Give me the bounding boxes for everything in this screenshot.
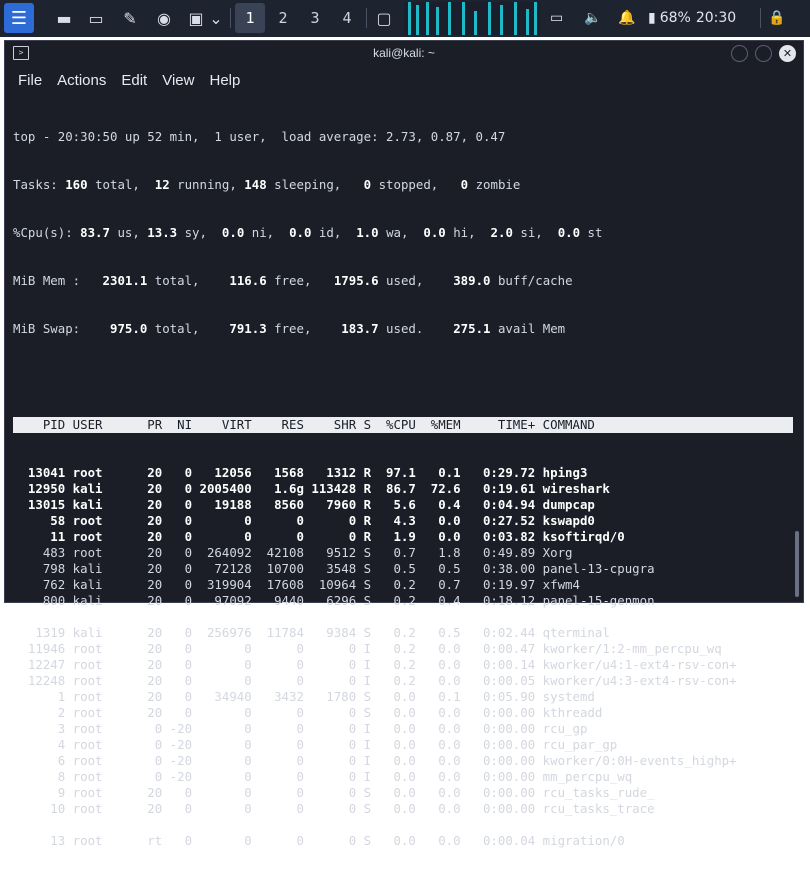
minimize-button[interactable] [731,45,748,62]
process-row: 4 root 0 -20 0 0 0 I 0.0 0.0 0:00.00 rcu… [13,737,618,752]
process-row: 13015 kali 20 0 19188 8560 7960 R 5.6 0.… [13,497,595,512]
window-button-icon[interactable]: ▢ [370,3,398,33]
cpu-line: %Cpu(s): 83.7 us, 13.3 sy, 0.0 ni, 0.0 i… [13,225,603,240]
menu-view[interactable]: View [162,72,194,89]
menu-bar: File Actions Edit View Help [5,67,803,93]
process-row: 798 kali 20 0 72128 10700 3548 S 0.5 0.5… [13,561,655,576]
terminal-output[interactable]: top - 20:30:50 up 52 min, 1 user, load a… [13,97,793,881]
menu-file[interactable]: File [18,72,42,89]
process-row: 58 root 20 0 0 0 0 R 4.3 0.0 0:27.52 ksw… [13,513,595,528]
workspace-2[interactable]: 2 [268,3,298,33]
screen-icon[interactable]: ▭ [550,3,563,33]
process-table-header: PID USER PR NI VIRT RES SHR S %CPU %MEM … [13,417,793,433]
process-row: 2 root 20 0 0 0 0 S 0.0 0.0 0:00.00 kthr… [13,705,603,720]
process-row: 800 kali 20 0 97092 9440 6296 S 0.2 0.4 … [13,593,655,608]
close-button[interactable]: ✕ [779,45,796,62]
lock-icon[interactable]: 🔒 [768,3,785,33]
terminal-window: > kali@kali: ~ ✕ File Actions Edit View … [4,40,804,848]
mem-line: MiB Mem : 2301.1 total, 116.6 free, 1795… [13,273,573,288]
firefox-icon[interactable]: ◉ [150,3,178,33]
process-row: 801 kali 20 0 396436 12064 8336 R 0.2 0.… [13,609,655,624]
scrollbar[interactable] [795,531,799,597]
kali-menu-icon[interactable]: ☰ [4,3,34,33]
battery-icon: ▮ [648,10,656,26]
process-row: 1 root 20 0 34940 3432 1780 S 0.0 0.1 0:… [13,689,595,704]
process-row: 9 root 20 0 0 0 0 S 0.0 0.0 0:00.00 rcu_… [13,785,655,800]
process-table: 13041 root 20 0 12056 1568 1312 R 97.1 0… [13,465,793,849]
taskbar: ☰ ▬ ▭ ✎ ◉ ▣ ⌄ 1 2 3 4 ▢ ▭ 🔈 🔔 ▮ 68% 20:3… [0,0,810,37]
bell-icon[interactable]: 🔔 [618,3,635,33]
window-title: kali@kali: ~ [373,46,435,60]
process-row: 12 root 20 0 0 0 0 R 0.0 0.0 0:02.15 rcu… [13,817,610,832]
process-row: 3 root 0 -20 0 0 0 I 0.0 0.0 0:00.00 rcu… [13,721,588,736]
divider [230,8,231,28]
cpu-graph [404,2,540,35]
process-row: 762 kali 20 0 319904 17608 10964 S 0.2 0… [13,577,580,592]
battery-indicator[interactable]: ▮ 68% 20:30 [648,3,736,33]
process-row: 483 root 20 0 264092 42108 9512 S 0.7 1.… [13,545,573,560]
title-bar[interactable]: > kali@kali: ~ ✕ [5,41,803,67]
swap-line: MiB Swap: 975.0 total, 791.3 free, 183.7… [13,321,566,336]
process-row: 8 root 0 -20 0 0 0 I 0.0 0.0 0:00.00 mm_… [13,769,633,784]
chevron-down-icon[interactable]: ⌄ [206,3,226,33]
folder-icon[interactable]: ▭ [82,3,110,33]
menu-help[interactable]: Help [209,72,240,89]
process-row: 11946 root 20 0 0 0 0 I 0.2 0.0 0:00.47 … [13,641,722,656]
battery-percent: 68% [659,10,691,26]
menu-edit[interactable]: Edit [121,72,147,89]
menu-actions[interactable]: Actions [57,72,106,89]
uptime-line: top - 20:30:50 up 52 min, 1 user, load a… [13,129,506,144]
process-row: 6 root 0 -20 0 0 0 I 0.0 0.0 0:00.00 kwo… [13,753,737,768]
process-row: 10 root 20 0 0 0 0 S 0.0 0.0 0:00.00 rcu… [13,801,655,816]
process-row: 12950 kali 20 0 2005400 1.6g 113428 R 86… [13,481,610,496]
clock: 20:30 [695,10,737,26]
text-editor-icon[interactable]: ✎ [116,3,144,33]
workspace-4[interactable]: 4 [332,3,362,33]
process-row: 13 root rt 0 0 0 0 S 0.0 0.0 0:00.04 mig… [13,833,625,848]
process-row: 13041 root 20 0 12056 1568 1312 R 97.1 0… [13,465,588,480]
files-icon[interactable]: ▬ [50,3,78,33]
divider [366,8,367,28]
process-row: 1319 kali 20 0 256976 11784 9384 S 0.2 0… [13,625,610,640]
divider [760,8,761,28]
workspace-3[interactable]: 3 [300,3,330,33]
tasks-line: Tasks: 160 total, 12 running, 148 sleepi… [13,177,521,192]
volume-icon[interactable]: 🔈 [584,3,601,33]
process-row: 12248 root 20 0 0 0 0 I 0.2 0.0 0:00.05 … [13,673,737,688]
process-row: 11 root 20 0 0 0 0 R 1.9 0.0 0:03.82 kso… [13,529,625,544]
maximize-button[interactable] [755,45,772,62]
process-row: 12247 root 20 0 0 0 0 I 0.2 0.0 0:00.14 … [13,657,737,672]
workspace-1[interactable]: 1 [235,3,265,33]
